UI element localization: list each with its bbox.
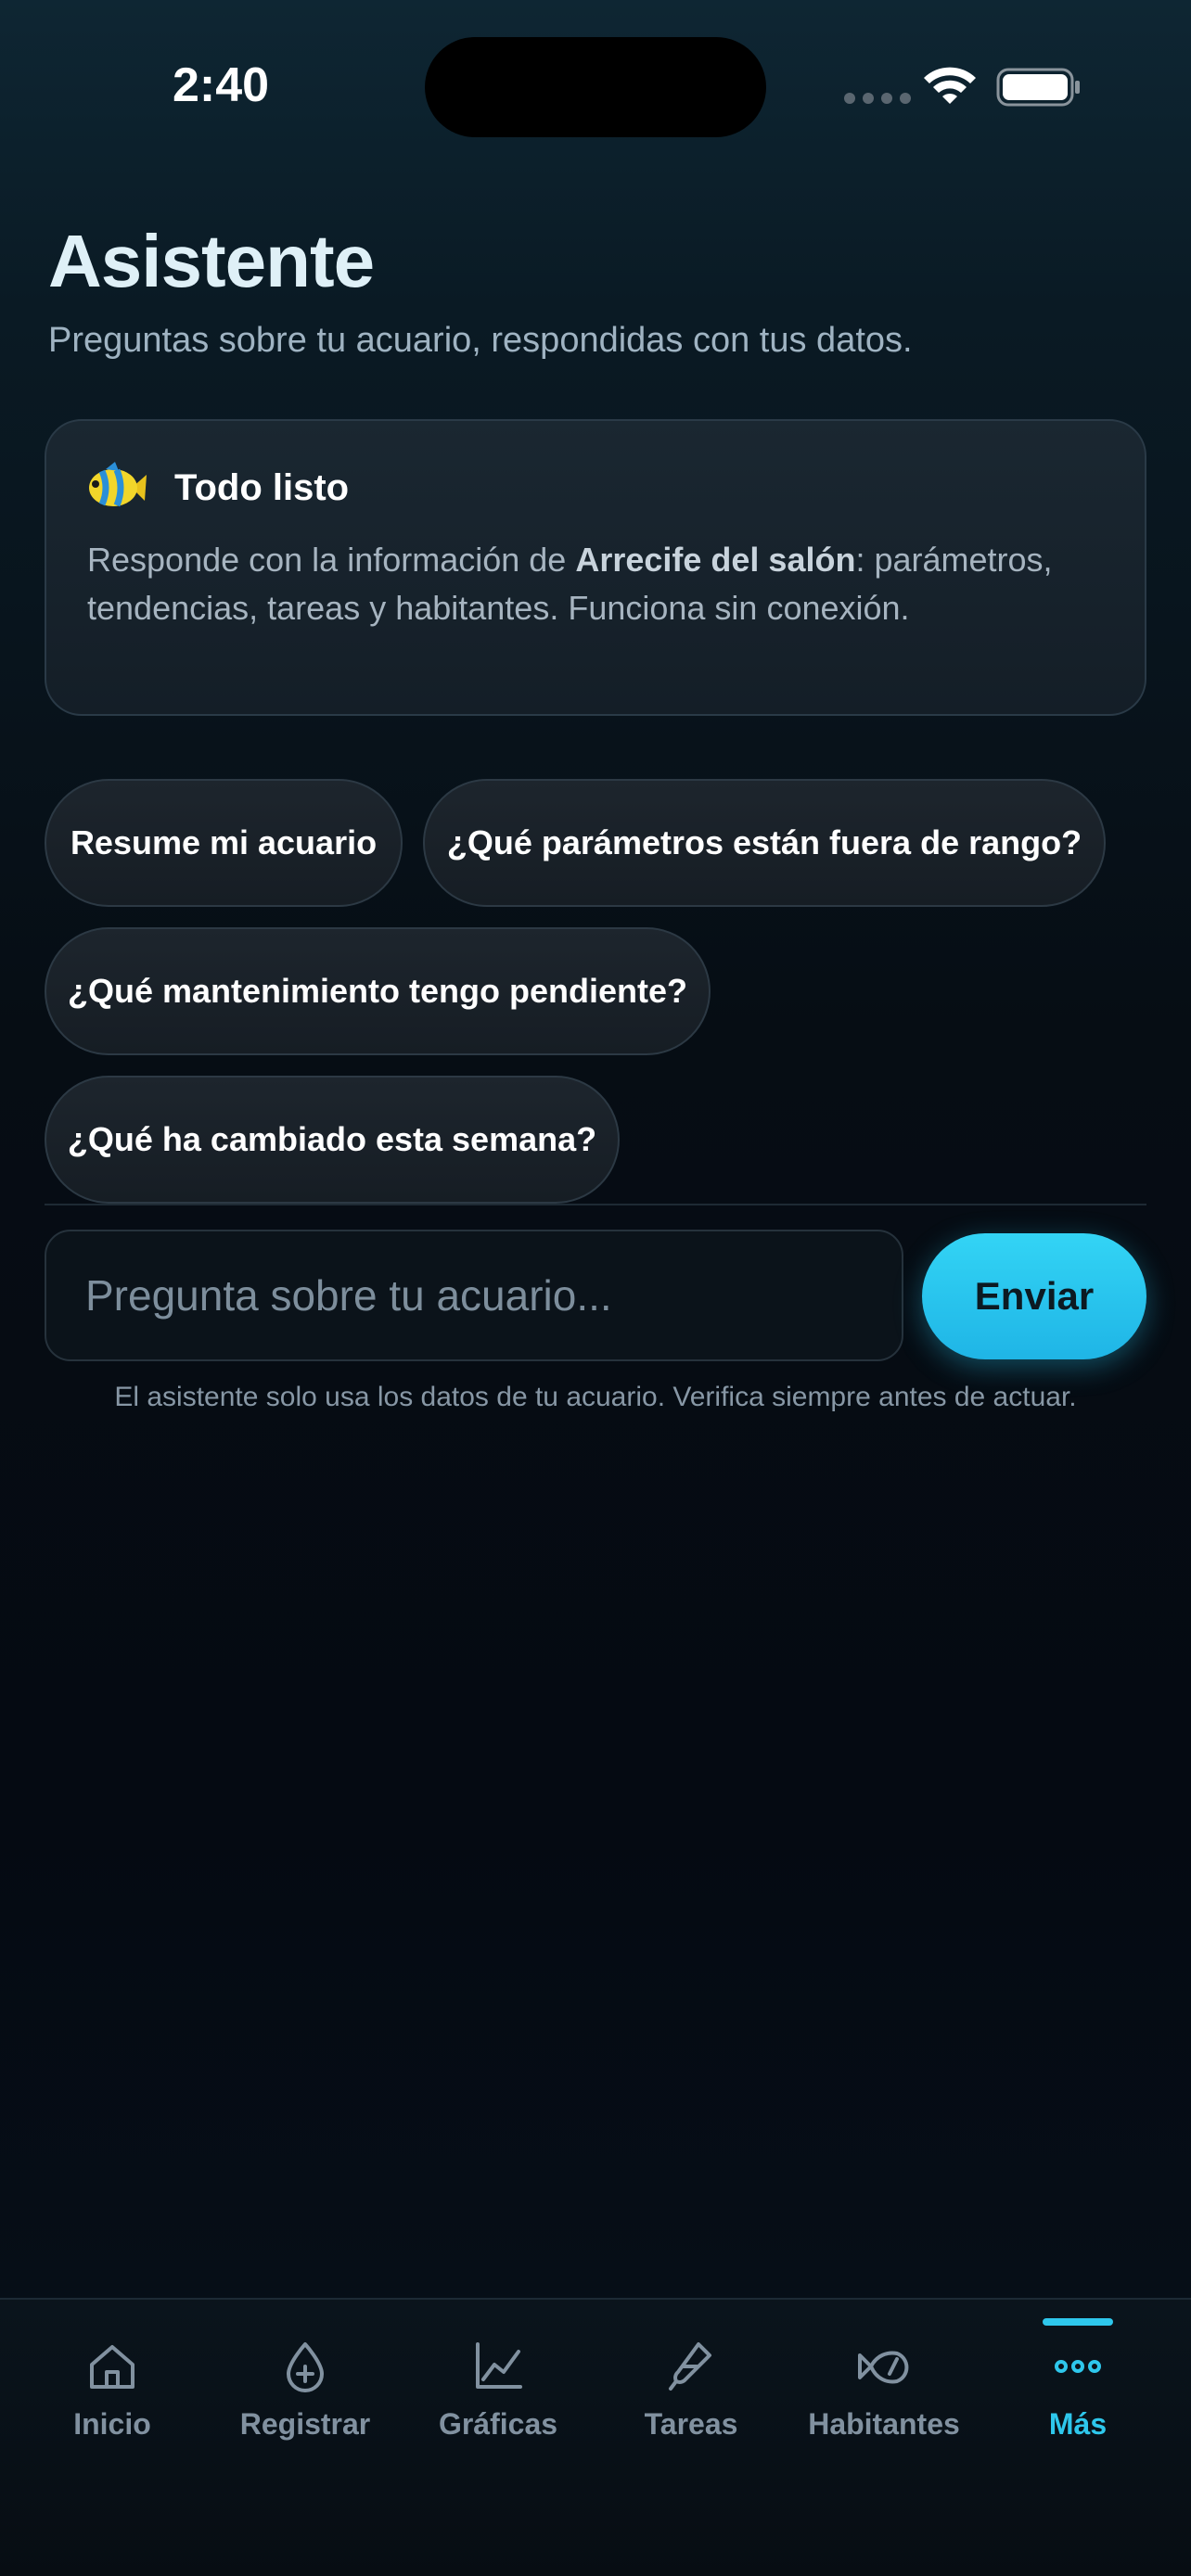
tropical-fish-icon — [89, 462, 147, 507]
send-button[interactable]: Enviar — [922, 1233, 1146, 1359]
wifi-icon — [924, 67, 976, 104]
tab-label: Más — [1048, 2407, 1108, 2441]
drop-plus-icon — [287, 2342, 324, 2392]
page-subtitle: Preguntas sobre tu acuario, respondidas … — [48, 321, 913, 360]
tab-registrar[interactable]: Registrar — [212, 2339, 398, 2478]
page-title: Asistente — [48, 220, 375, 302]
suggestion-chip-weekly-changes[interactable]: ¿Qué ha cambiado esta semana? — [45, 1076, 620, 1204]
suggestion-chip-summary[interactable]: Resume mi acuario — [45, 779, 403, 907]
tab-graficas[interactable]: Gráficas — [405, 2339, 591, 2478]
divider — [45, 1204, 1146, 1205]
more-icon — [1055, 2360, 1101, 2373]
line-chart-icon — [476, 2342, 522, 2389]
suggestion-chip-pending-maintenance[interactable]: ¿Qué mantenimiento tengo pendiente? — [45, 927, 711, 1055]
fish-icon — [858, 2351, 909, 2384]
question-input[interactable] — [45, 1230, 903, 1361]
battery-icon — [996, 68, 1080, 107]
home-icon — [90, 2345, 134, 2389]
tab-habitantes[interactable]: Habitantes — [791, 2339, 977, 2478]
assistant-status-card: Todo listo Responde con la información d… — [45, 419, 1146, 716]
dynamic-island — [425, 37, 766, 137]
tab-label: Registrar — [239, 2407, 371, 2441]
suggestion-chip-out-of-range[interactable]: ¿Qué parámetros están fuera de rango? — [423, 779, 1106, 907]
disclaimer-text: El asistente solo usa los datos de tu ac… — [114, 1382, 1077, 1412]
cellular-signal-icon — [844, 93, 911, 104]
tab-bar: Inicio Registrar Gráficas Tareas Habitan… — [0, 2298, 1191, 2576]
tab-label: Inicio — [73, 2407, 151, 2441]
tab-mas[interactable]: Más — [985, 2339, 1171, 2478]
tab-label: Tareas — [644, 2407, 738, 2441]
status-card-body: Responde con la información de Arrecife … — [87, 541, 1053, 627]
dropper-icon — [669, 2342, 711, 2391]
aquarium-name: Arrecife del salón — [575, 541, 856, 579]
tab-label: Gráficas — [438, 2407, 558, 2441]
tab-inicio[interactable]: Inicio — [19, 2339, 205, 2478]
tab-tareas[interactable]: Tareas — [598, 2339, 784, 2478]
status-time: 2:40 — [173, 58, 270, 112]
tab-indicator — [1043, 2318, 1113, 2326]
status-card-title: Todo listo — [174, 467, 350, 508]
tab-label: Habitantes — [808, 2407, 960, 2441]
